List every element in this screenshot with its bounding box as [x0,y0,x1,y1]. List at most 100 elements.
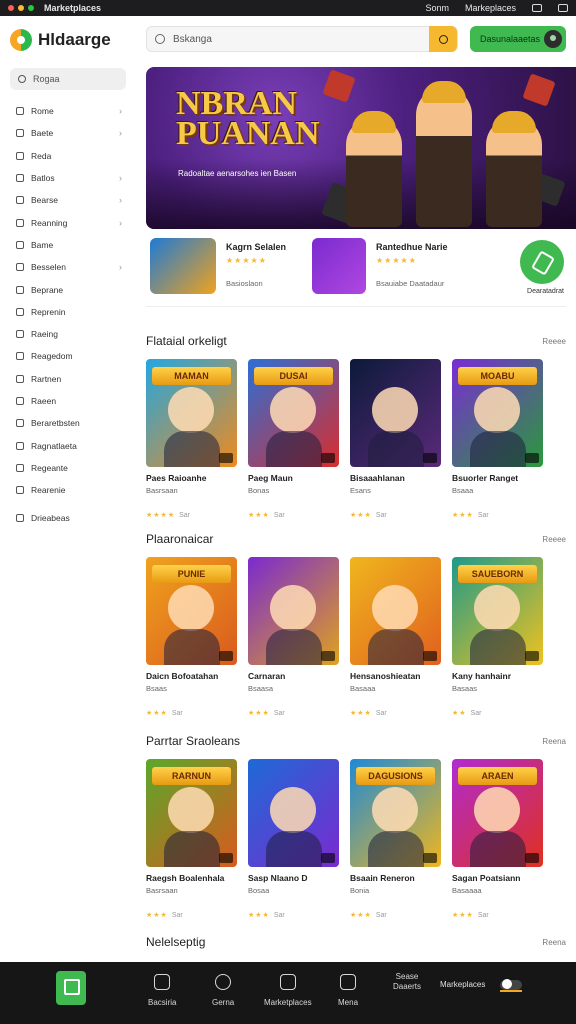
game-section: Plaaronaicar Reeee PUNIE Daicn Bofoatahan Bs… [146,529,566,717]
maximize-window-button[interactable] [28,5,34,11]
window-controls[interactable] [8,5,34,11]
sidebar-item-12[interactable]: Rartnen [0,368,136,390]
platform-badge-icon [321,453,335,463]
sidebar-item-label: Besselen [31,262,66,273]
sidebar-item-17[interactable]: Rearenie [0,479,136,501]
nav-label: Gerna [212,998,235,1007]
sidebar-item-4[interactable]: Bearse › [0,189,136,211]
sidebar-item-0[interactable]: Rome › [0,100,136,122]
sidebar-item-14[interactable]: Beraretbsten [0,412,136,434]
game-card[interactable]: Carnaran Bsaasa ★★★ Sar [248,557,339,717]
sidebar-item-label: Regeante [31,462,68,473]
game-publisher: Bonas [248,486,270,495]
game-section: Flataial orkeligt Reeee MAMAN Paes Raioanhe… [146,331,566,519]
sidebar-item-15[interactable]: Ragnatlaeta [0,434,136,456]
search-bar[interactable]: Bskanga [146,26,458,52]
menu-icon [16,129,24,138]
game-card[interactable]: Sasp Nlaano D Bosaa ★★★ Sar [248,759,339,919]
rating-count: Sar [470,710,482,717]
featured-card[interactable]: Rantedhue Narie ★★★★★ Bsauiabe Daatadaur [312,238,448,298]
game-card[interactable]: Hensanoshieatan Basaaa ★★★ Sar [350,557,441,717]
see-more-link[interactable]: Reena [542,737,566,746]
menu-icon [16,463,24,472]
minimize-window-button[interactable] [18,5,24,11]
rating-count: Sar [375,512,387,519]
sidebar-item-label: Beprane [31,284,64,295]
sidebar-item-5[interactable]: Reanning › [0,211,136,233]
rating-count: Sar [273,512,285,519]
brand-name: Hldaarge [38,30,111,49]
sidebar-item-16[interactable]: Regeante [0,457,136,479]
download-icon[interactable] [520,240,564,284]
search-input[interactable]: Bskanga [173,34,212,45]
nav-item-1[interactable]: Gerna [212,974,234,1007]
sidebar-item-label: Reagedom [31,351,73,362]
sidebar-item-9[interactable]: Reprenin [0,301,136,323]
featured-card[interactable]: Kagrn Selalen ★★★★★ Basioslaon [150,238,286,298]
hero-subtitle: Radoaltae aenarsohes ien Basen [178,169,297,178]
sidebar-item-3[interactable]: Batlos › [0,167,136,189]
sidebar-item-8[interactable]: Beprane [0,278,136,300]
avatar[interactable] [544,30,562,48]
game-card[interactable]: ARAEN Sagan Poatsiann Basaaaa ★★★ Sar [452,759,543,919]
sidebar-item-7[interactable]: Besselen › [0,256,136,278]
game-card[interactable]: PUNIE Daicn Bofoatahan Bsaas ★★★ Sar [146,557,237,717]
sidebar-item-13[interactable]: Raeen [0,390,136,412]
search-button[interactable] [429,26,457,52]
rating-stars: ★★★ [350,912,372,919]
game-card[interactable]: DAGUSIONS Bsaain Reneron Bonia ★★★ Sar [350,759,441,919]
platform-badge-icon [525,853,539,863]
game-title: Daicn Bofoatahan [146,671,219,681]
menu-icon [16,263,24,272]
game-card[interactable]: MOABU Bsuorler Ranget Bsaaa ★★★ Sar [452,359,543,519]
game-card[interactable]: Bisaaahlanan Esans ★★★ Sar [350,359,441,519]
game-publisher: Basaaaa [452,886,482,895]
nav-item-4[interactable]: Sease Daaerts [392,972,422,992]
sidebar-item-1[interactable]: Baete › [0,122,136,144]
rating-stars: ★★★ [350,512,372,519]
see-more-link[interactable]: Reeee [542,337,566,346]
chevron-right-icon: › [119,195,122,206]
see-more-link[interactable]: Reeee [542,535,566,544]
sidebar-item-11[interactable]: Reagedom [0,345,136,367]
close-window-button[interactable] [8,5,14,11]
game-card[interactable]: SAUEBORN Kany hanhainr Basaas ★★ Sar [452,557,543,717]
search-icon [155,34,165,44]
sidebar-item-6[interactable]: Bame [0,234,136,256]
sidebar-search[interactable]: Rogaa [10,68,126,90]
bottom-nav: Bacsiria Gerna Marketplaces Mena Sease D… [0,962,576,1024]
menu-icon [16,374,24,383]
see-more-link[interactable]: Reena [542,938,566,947]
game-card[interactable]: RARNUN Raegsh Boalenhala Basrsaan ★★★ Sar [146,759,237,919]
sidebar-item-2[interactable]: Reda [0,145,136,167]
nav-item-3[interactable]: Mena [338,974,358,1007]
nav-icon [215,974,232,990]
theme-toggle[interactable] [500,979,522,992]
game-banner: MAMAN [152,367,231,385]
rating-stars: ★★★ [452,512,474,519]
sidebar-item-10[interactable]: Raeing [0,323,136,345]
game-publisher: Bsaasa [248,684,274,693]
hero-banner[interactable]: NBRAN PUANAN Radoaltae aenarsohes ien Ba… [146,67,576,229]
menu-icon [16,174,24,183]
game-title: Kany hanhainr [452,671,512,681]
nav-label: Bacsiria [148,998,177,1007]
menu-icon [16,486,24,495]
game-card[interactable]: MAMAN Paes Raioanhe Basrsaan ★★★★ Sar [146,359,237,519]
menu-icon [16,196,24,205]
rating-count: Sar [171,710,183,717]
platform-badge-icon [525,651,539,661]
nav-home-button[interactable] [56,971,86,1005]
nav-item-0[interactable]: Bacsiria [148,974,176,1007]
cta-button[interactable]: Dasunalaaetas [470,26,566,52]
sidebar-item-label: Baete [31,128,54,139]
game-card[interactable]: DUSAI Paeg Maun Bonas ★★★ Sar [248,359,339,519]
rating-stars: ★★ [452,710,467,717]
hero-title-line2: PUANAN [176,115,320,152]
platform-badge-icon [219,453,233,463]
game-cover-art [248,759,339,867]
sidebar-item-18[interactable]: Drieabeas [0,507,136,529]
platform-badge-icon [321,853,335,863]
nav-item-2[interactable]: Marketplaces [264,974,312,1007]
character-figure [416,81,472,227]
